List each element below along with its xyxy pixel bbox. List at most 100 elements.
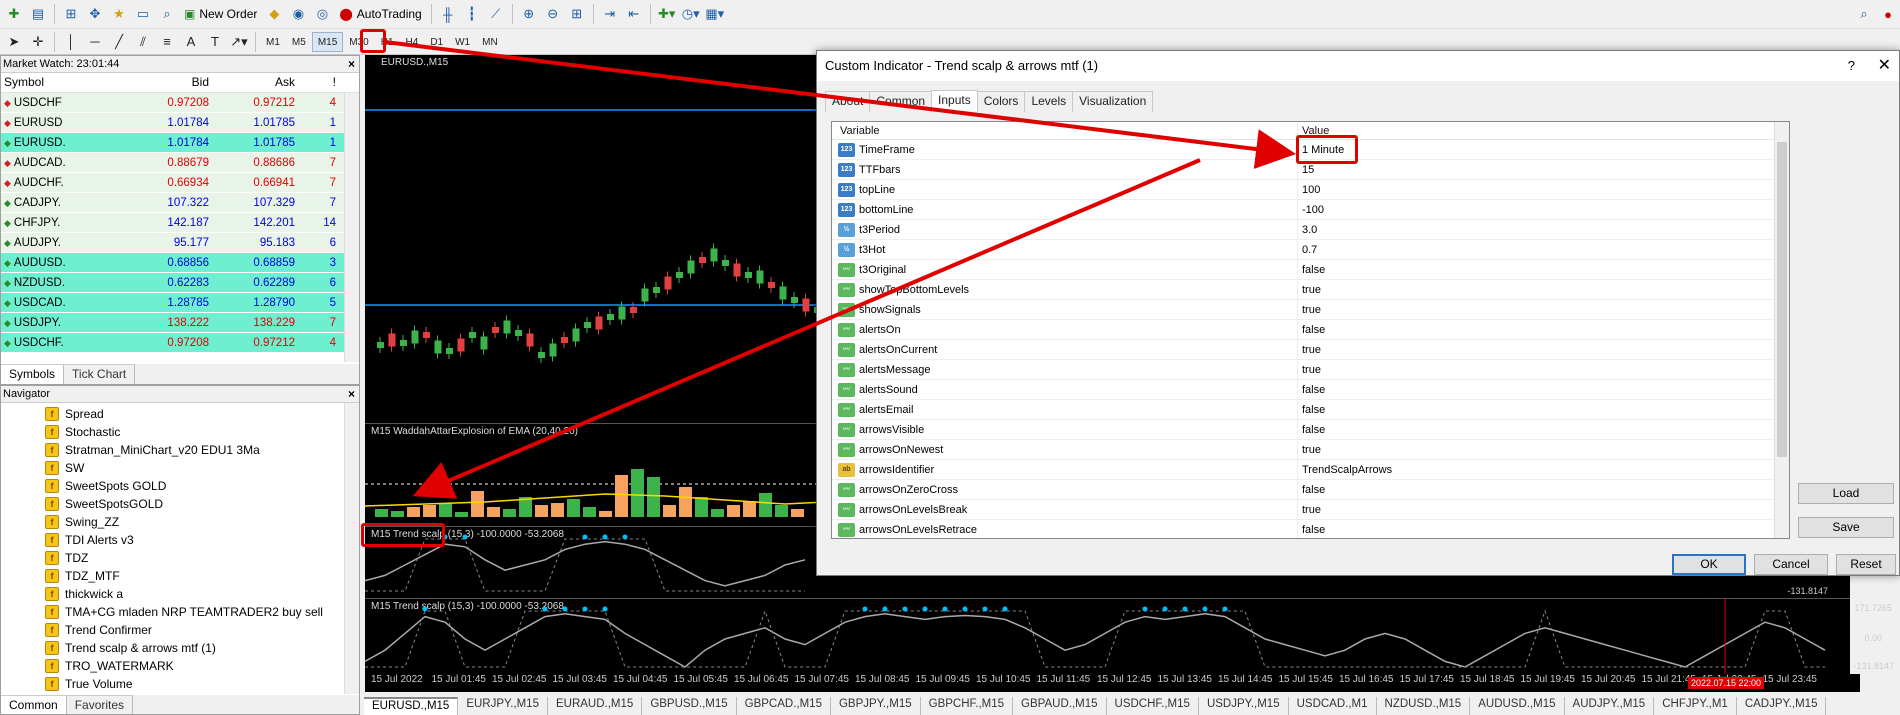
param-row[interactable]: 〰 arrowsVisible false [832, 420, 1789, 440]
indicators-icon[interactable]: ✚▾ [656, 3, 678, 25]
param-row[interactable]: ab arrowsIdentifier TrendScalpArrows [832, 460, 1789, 480]
text-label-icon[interactable]: T [204, 31, 226, 53]
col-value[interactable]: Value [1298, 122, 1789, 139]
market-watch-row[interactable]: ◆ CHFJPY. 142.187 142.201 14 [1, 213, 359, 233]
trend-scalp-subwindow-2[interactable]: M15 Trend scalp (15,3) -100.0000 -53.206… [365, 598, 1894, 675]
param-value[interactable]: 15 [1298, 160, 1789, 179]
save-button[interactable]: Save [1798, 517, 1894, 538]
navigator-item[interactable]: f TDZ [1, 549, 359, 567]
arrows-icon[interactable]: ↗▾ [228, 31, 250, 53]
navigator-item[interactable]: f SweetSpots GOLD [1, 477, 359, 495]
terminal-icon[interactable]: ▭ [132, 3, 154, 25]
market-watch-row[interactable]: ◆ AUDUSD. 0.68856 0.68859 3 [1, 253, 359, 273]
close-icon[interactable]: × [348, 56, 355, 72]
param-value[interactable]: true [1298, 340, 1789, 359]
autotrading-button[interactable]: ⬤ AutoTrading [334, 3, 426, 25]
chart-tab[interactable]: NZDUSD.,M15 [1377, 697, 1471, 715]
dialog-tab-visualization[interactable]: Visualization [1072, 91, 1154, 112]
col-variable[interactable]: Variable [832, 122, 1298, 139]
param-row[interactable]: 〰 arrowsOnLevelsRetrace false [832, 520, 1789, 538]
chart-tab[interactable]: GBPJPY.,M15 [831, 697, 921, 715]
chart-tab[interactable]: EURUSD.,M15 [364, 697, 459, 715]
navigator-scrollbar[interactable] [344, 403, 359, 694]
tf-m15[interactable]: M15 [311, 31, 344, 52]
chart-tab[interactable]: CHFJPY.,M1 [1654, 697, 1737, 715]
param-value[interactable]: true [1298, 360, 1789, 379]
dialog-tab-inputs[interactable]: Inputs [931, 90, 978, 111]
dialog-tab-colors[interactable]: Colors [976, 91, 1026, 112]
param-row[interactable]: 〰 arrowsOnNewest true [832, 440, 1789, 460]
close-icon[interactable]: ✕ [1878, 51, 1891, 81]
signals-icon[interactable]: ◉ [287, 3, 309, 25]
chart-tab[interactable]: GBPAUD.,M15 [1013, 697, 1107, 715]
chart-tab[interactable]: CADJPY.,M15 [1737, 697, 1827, 715]
navigator-item[interactable]: f Trend scalp & arrows mtf (1) [1, 639, 359, 657]
market-watch-row[interactable]: ◆ USDCAD. 1.28785 1.28790 5 [1, 293, 359, 313]
zoom-in-icon[interactable]: ⊕ [518, 3, 540, 25]
chart-tab[interactable]: USDCAD.,M1 [1289, 697, 1377, 715]
param-row[interactable]: 〰 alertsEmail false [832, 400, 1789, 420]
tf-h4[interactable]: H4 [400, 32, 425, 52]
chart-tab[interactable]: AUDUSD.,M15 [1470, 697, 1565, 715]
market-watch-row[interactable]: ◆ USDCHF. 0.97208 0.97212 4 [1, 333, 359, 353]
trendline-icon[interactable]: ╱ [108, 31, 130, 53]
horizontal-line-icon[interactable]: ─ [84, 31, 106, 53]
metaeditor-icon[interactable]: ◆ [263, 3, 285, 25]
navigator-item[interactable]: f Swing_ZZ [1, 513, 359, 531]
param-value[interactable]: -100 [1298, 200, 1789, 219]
close-icon[interactable]: × [348, 386, 355, 402]
param-row[interactable]: ½ t3Hot 0.7 [832, 240, 1789, 260]
load-button[interactable]: Load [1798, 483, 1894, 504]
param-value[interactable]: false [1298, 380, 1789, 399]
param-value[interactable]: true [1298, 500, 1789, 519]
param-value[interactable]: 1 Minute [1298, 140, 1789, 159]
dialog-tab-about[interactable]: About [825, 91, 871, 112]
profiles-icon[interactable]: ▤ [27, 3, 49, 25]
param-row[interactable]: 123 topLine 100 [832, 180, 1789, 200]
notifications-icon[interactable]: ● [1877, 3, 1899, 25]
new-chart-icon[interactable]: ✚ [3, 3, 25, 25]
col-symbol[interactable]: Symbol [1, 73, 125, 92]
strategy-tester-icon[interactable]: ⌕ [156, 3, 178, 25]
vertical-line-icon[interactable]: │ [60, 31, 82, 53]
help-icon[interactable]: ? [1848, 51, 1855, 81]
market-watch-row[interactable]: ◆ NZDUSD. 0.62283 0.62289 6 [1, 273, 359, 293]
param-value[interactable]: false [1298, 420, 1789, 439]
param-value[interactable]: false [1298, 480, 1789, 499]
ok-button[interactable]: OK [1672, 554, 1746, 575]
tab-common[interactable]: Common [1, 695, 67, 714]
navigator-item[interactable]: f TMA+CG mladen NRP TEAMTRADER2 buy sell [1, 603, 359, 621]
tab-tick-chart[interactable]: Tick Chart [64, 364, 136, 384]
crosshair-icon[interactable]: ✛ [27, 31, 49, 53]
param-value[interactable]: TrendScalpArrows [1298, 460, 1789, 479]
reset-button[interactable]: Reset [1836, 554, 1896, 575]
tf-mn[interactable]: MN [476, 32, 504, 52]
param-row[interactable]: ½ t3Period 3.0 [832, 220, 1789, 240]
tf-m5[interactable]: M5 [286, 32, 312, 52]
tab-symbols[interactable]: Symbols [1, 364, 65, 384]
radio-icon[interactable]: ◎ [311, 3, 333, 25]
param-value[interactable]: false [1298, 320, 1789, 339]
chart-tab[interactable]: USDJPY.,M15 [1199, 697, 1289, 715]
cancel-button[interactable]: Cancel [1754, 554, 1828, 575]
param-row[interactable]: 〰 alertsSound false [832, 380, 1789, 400]
line-chart-icon[interactable]: ⟋ [485, 3, 507, 25]
chart-tab[interactable]: GBPUSD.,M15 [642, 697, 737, 715]
candlestick-icon[interactable]: ┇ [461, 3, 483, 25]
param-value[interactable]: true [1298, 300, 1789, 319]
market-watch-row[interactable]: ◆ EURUSD 1.01784 1.01785 1 [1, 113, 359, 133]
param-row[interactable]: 〰 alertsOnCurrent true [832, 340, 1789, 360]
chart-tab[interactable]: GBPCHF.,M15 [921, 697, 1014, 715]
auto-scroll-icon[interactable]: ⇥ [599, 3, 621, 25]
param-value[interactable]: false [1298, 260, 1789, 279]
tf-m1[interactable]: M1 [260, 32, 286, 52]
scroll-thumb[interactable] [1777, 142, 1787, 457]
navigator-item[interactable]: f Spread [1, 405, 359, 423]
navigator-item[interactable]: f Trend Confirmer [1, 621, 359, 639]
param-row[interactable]: 〰 showTopBottomLevels true [832, 280, 1789, 300]
new-order-button[interactable]: ▣ New Order [179, 3, 262, 25]
market-watch-row[interactable]: ◆ AUDJPY. 95.177 95.183 6 [1, 233, 359, 253]
navigator-item[interactable]: f thickwick a [1, 585, 359, 603]
periods-icon[interactable]: ◷▾ [680, 3, 702, 25]
navigator-item[interactable]: f TDZ_MTF [1, 567, 359, 585]
